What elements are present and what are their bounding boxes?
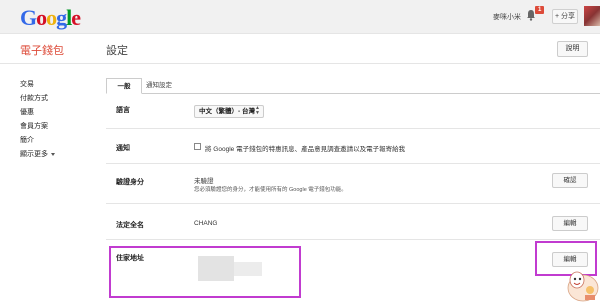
legal-name-row: 法定全名 CHANG 編輯 (106, 204, 600, 240)
avatar[interactable] (584, 6, 600, 26)
sidebar-item-offers[interactable]: 優惠 (20, 106, 100, 120)
verify-button[interactable]: 確認 (552, 173, 588, 188)
username[interactable]: 麥咪小米 (493, 12, 521, 22)
share-button[interactable]: + 分享 (552, 9, 578, 24)
newsletter-checkbox[interactable] (194, 143, 201, 150)
verify-status: 未驗證 (194, 178, 214, 185)
logo-letter: o (46, 5, 57, 30)
sidebar-item-payment-methods[interactable]: 付款方式 (20, 92, 100, 106)
edit-name-button[interactable]: 編輯 (552, 216, 588, 231)
sidebar-item-transactions[interactable]: 交易 (20, 78, 100, 92)
sidebar-item-profile[interactable]: 簡介 (20, 134, 100, 148)
language-select[interactable]: 中文（繁體）- 台灣 ▲ ▼ (194, 105, 264, 118)
verify-row: 驗證身分 未驗證 您必須驗證您的身分，才能使用所有的 Google 電子錢包功能… (106, 164, 600, 204)
page-title: 設定 (106, 45, 128, 57)
language-label: 語言 (116, 107, 130, 114)
settings-tabs: 一般 通知設定 (106, 78, 600, 94)
help-button[interactable]: 說明 (557, 41, 588, 57)
verify-description: 您必須驗證您的身分，才能使用所有的 Google 電子錢包功能。 (194, 187, 347, 193)
legal-name-value: CHANG (194, 220, 218, 227)
language-select-value: 中文（繁體）- 台灣 (199, 108, 255, 115)
notification-label: 通知 (116, 145, 130, 152)
notification-badge[interactable]: 1 (535, 6, 545, 14)
mascot-sticker-icon (567, 271, 599, 302)
legal-name-label: 法定全名 (116, 222, 144, 229)
sidebar-item-show-more[interactable]: 顯示更多 (20, 148, 100, 162)
verify-label: 驗證身分 (116, 179, 144, 186)
app-title[interactable]: 電子錢包 (20, 42, 64, 58)
top-bar: Google 麥咪小米 1 + 分享 (0, 0, 600, 34)
newsletter-text: 將 Google 電子錢包的特惠訊息、產品意見調查邀請以及電子報寄給我 (205, 146, 406, 153)
sidebar: 交易 付款方式 優惠 會員方案 簡介 顯示更多 (20, 78, 100, 162)
notification-row: 通知 將 Google 電子錢包的特惠訊息、產品意見調查邀請以及電子報寄給我 (106, 129, 600, 164)
logo-letter: g (56, 5, 67, 30)
select-arrows-icon: ▲ ▼ (255, 105, 260, 116)
logo-letter: e (71, 5, 81, 30)
language-row: 語言 中文（繁體）- 台灣 ▲ ▼ (106, 95, 600, 129)
highlight-address-box (109, 246, 301, 298)
sidebar-item-label: 顯示更多 (20, 151, 48, 158)
chevron-down-icon (51, 152, 55, 156)
tab-notifications[interactable]: 通知設定 (142, 78, 176, 94)
google-logo[interactable]: Google (20, 5, 81, 31)
logo-letter: G (20, 5, 37, 30)
sidebar-item-memberships[interactable]: 會員方案 (20, 120, 100, 134)
logo-letter: o (36, 5, 47, 30)
tab-general[interactable]: 一般 (106, 78, 142, 94)
app-header: 電子錢包 設定 說明 (0, 34, 600, 64)
